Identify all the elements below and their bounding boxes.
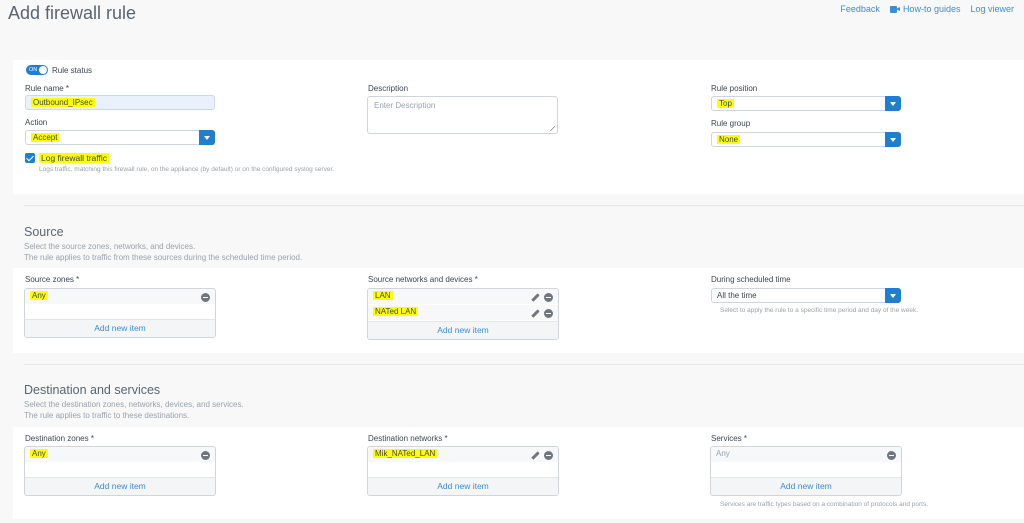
destination-desc-2: The rule applies to traffic to these des…	[24, 411, 190, 420]
list-item: NATed LAN	[368, 305, 558, 321]
list-item: Any	[25, 447, 215, 463]
rule-position-value: Top	[717, 99, 734, 108]
source-zones-list: Any Add new item	[24, 288, 216, 338]
list-item: Any	[711, 447, 901, 463]
rule-name-value: Outbound_IPsec	[31, 98, 95, 107]
toggle-on-label: ON	[29, 66, 38, 73]
chevron-down-icon[interactable]	[885, 96, 901, 111]
page-title: Add firewall rule	[8, 3, 137, 23]
remove-icon[interactable]	[544, 451, 553, 460]
chevron-down-icon[interactable]	[885, 288, 901, 303]
source-networks-list: LAN NATed LAN Add new item	[367, 288, 559, 340]
source-title: Source	[24, 225, 64, 239]
feedback-label: Feedback	[840, 4, 880, 14]
rule-name-input[interactable]: Outbound_IPsec	[25, 95, 215, 110]
source-networks-label: Source networks and devices *	[368, 275, 478, 284]
rule-group-value: None	[717, 135, 741, 144]
resize-handle-icon[interactable]	[550, 126, 555, 131]
source-zones-label: Source zones *	[25, 275, 80, 284]
destination-section-header: Destination and services Select the dest…	[24, 383, 244, 421]
services-list: Any Add new item	[710, 446, 902, 496]
rule-name-label: Rule name *	[25, 84, 70, 93]
list-item: Mik_NATed_LAN	[368, 447, 558, 463]
destination-zone-value: Any	[30, 449, 48, 458]
list-spacer	[711, 463, 901, 477]
services-help: Services are traffic types based on a co…	[720, 501, 928, 508]
edit-icon[interactable]	[531, 293, 540, 302]
remove-icon[interactable]	[201, 293, 210, 302]
remove-icon[interactable]	[544, 309, 553, 318]
add-source-network-button[interactable]: Add new item	[368, 321, 558, 339]
destination-zones-list: Any Add new item	[24, 446, 216, 496]
log-traffic-text: Log firewall traffic	[39, 153, 109, 163]
log-traffic-checkbox[interactable]	[25, 153, 35, 163]
action-select[interactable]: Accept	[25, 130, 215, 145]
chevron-down-icon[interactable]	[885, 132, 901, 147]
schedule-label: During scheduled time	[711, 275, 791, 284]
source-section-header: Source Select the source zones, networks…	[24, 225, 302, 263]
rule-status-label: Rule status	[52, 66, 93, 75]
destination-network-value: Mik_NATed_LAN	[373, 449, 438, 458]
list-item: LAN	[368, 289, 558, 305]
services-label: Services *	[711, 434, 748, 443]
action-label: Action	[25, 118, 48, 127]
source-desc-1: Select the source zones, networks, and d…	[24, 242, 196, 251]
source-network-value: NATed LAN	[373, 307, 419, 316]
add-source-zone-button[interactable]: Add new item	[25, 319, 215, 337]
rule-group-label: Rule group	[711, 119, 751, 128]
log-traffic-label: Log firewall traffic	[39, 153, 109, 163]
logviewer-label: Log viewer	[970, 4, 1014, 14]
schedule-value: All the time	[717, 291, 757, 300]
service-value: Any	[716, 449, 730, 458]
add-destination-network-button[interactable]: Add new item	[368, 477, 558, 495]
schedule-help: Select to apply the rule to a specific t…	[720, 307, 919, 314]
log-traffic-help: Logs traffic, matching this firewall rul…	[39, 166, 335, 173]
description-textarea[interactable]: Enter Description	[367, 96, 558, 134]
destination-title: Destination and services	[24, 383, 161, 397]
destination-desc-1: Select the destination zones, networks, …	[24, 400, 244, 409]
video-icon	[889, 5, 900, 13]
edit-icon[interactable]	[531, 451, 540, 460]
source-zone-value: Any	[30, 291, 48, 300]
howto-guides-link[interactable]: How-to guides	[889, 4, 961, 14]
description-label: Description	[368, 84, 409, 93]
remove-icon[interactable]	[544, 293, 553, 302]
rule-position-label: Rule position	[711, 84, 758, 93]
edit-icon[interactable]	[531, 309, 540, 318]
log-viewer-link[interactable]: Log viewer	[970, 4, 1014, 14]
description-placeholder: Enter Description	[374, 101, 436, 110]
list-spacer	[25, 463, 215, 477]
toggle-knob	[39, 66, 47, 74]
action-value: Accept	[31, 133, 60, 142]
rule-group-select[interactable]: None	[711, 132, 901, 147]
remove-icon[interactable]	[887, 451, 896, 460]
destination-networks-list: Mik_NATed_LAN Add new item	[367, 446, 559, 496]
list-item: Any	[25, 289, 215, 305]
header-links: Feedback How-to guides Log viewer	[840, 4, 1014, 14]
source-network-value: LAN	[373, 291, 393, 300]
list-spacer	[25, 305, 215, 319]
add-destination-zone-button[interactable]: Add new item	[25, 477, 215, 495]
add-service-button[interactable]: Add new item	[711, 477, 901, 495]
section-divider	[24, 364, 1024, 365]
howto-label: How-to guides	[902, 4, 961, 14]
section-divider	[24, 205, 1024, 206]
rule-position-select[interactable]: Top	[711, 96, 901, 111]
source-desc-2: The rule applies to traffic from these s…	[24, 253, 303, 262]
destination-networks-label: Destination networks *	[368, 434, 448, 443]
schedule-select[interactable]: All the time	[711, 288, 901, 303]
chevron-down-icon[interactable]	[199, 130, 215, 145]
remove-icon[interactable]	[201, 451, 210, 460]
rule-status-toggle[interactable]: ON	[26, 65, 48, 75]
feedback-link[interactable]: Feedback	[840, 4, 880, 14]
list-spacer	[368, 463, 558, 477]
destination-zones-label: Destination zones *	[25, 434, 94, 443]
